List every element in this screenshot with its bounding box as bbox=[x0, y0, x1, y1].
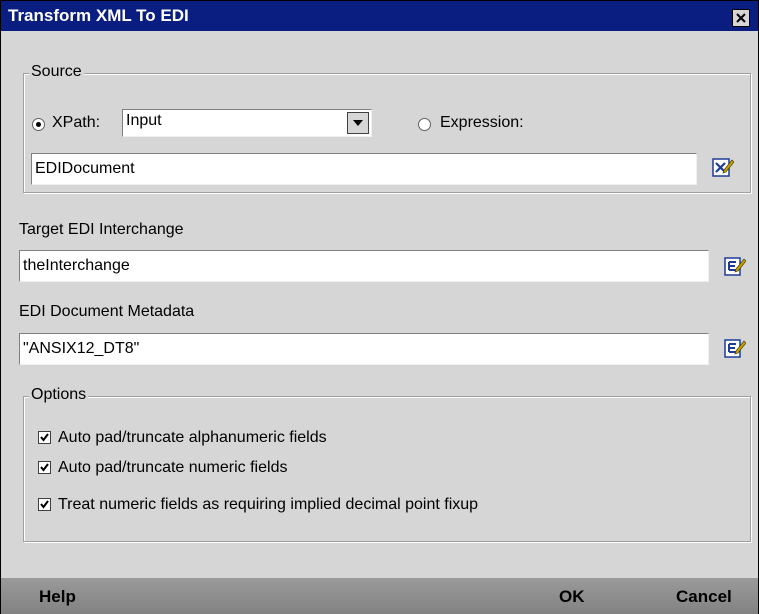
xpath-builder-icon[interactable] bbox=[712, 156, 734, 178]
chevron-down-icon bbox=[353, 120, 363, 126]
ok-button[interactable]: OK bbox=[559, 587, 585, 607]
metadata-edit-icon[interactable] bbox=[724, 337, 746, 359]
close-button[interactable] bbox=[732, 9, 750, 27]
close-icon bbox=[736, 13, 746, 23]
xpath-select-value: Input bbox=[126, 112, 162, 129]
xpath-radio[interactable] bbox=[32, 118, 45, 131]
xpath-select[interactable]: Input bbox=[122, 109, 372, 137]
option-label-0: Auto pad/truncate alphanumeric fields bbox=[58, 429, 327, 446]
dropdown-button[interactable] bbox=[347, 112, 369, 134]
option-checkbox-2[interactable] bbox=[38, 498, 51, 511]
cancel-button[interactable]: Cancel bbox=[676, 587, 732, 607]
metadata-label: EDI Document Metadata bbox=[19, 303, 195, 320]
window-title: Transform XML To EDI bbox=[8, 6, 189, 25]
option-label-2: Treat numeric fields as requiring implie… bbox=[58, 496, 479, 513]
checkmark-icon bbox=[40, 500, 49, 509]
checkmark-icon bbox=[40, 433, 49, 442]
target-edit-icon[interactable] bbox=[724, 255, 746, 277]
options-legend: Options bbox=[29, 386, 89, 404]
option-checkbox-0[interactable] bbox=[38, 431, 51, 444]
target-input[interactable]: theInterchange bbox=[19, 250, 709, 282]
target-label: Target EDI Interchange bbox=[19, 221, 184, 238]
option-checkbox-1[interactable] bbox=[38, 461, 51, 474]
option-label-1: Auto pad/truncate numeric fields bbox=[58, 459, 288, 476]
title-bar[interactable]: Transform XML To EDI bbox=[1, 1, 758, 31]
source-input[interactable]: EDIDocument bbox=[31, 153, 697, 185]
button-bar: Help OK Cancel bbox=[1, 578, 758, 614]
checkmark-icon bbox=[40, 463, 49, 472]
xpath-label: XPath: bbox=[52, 114, 101, 131]
metadata-input[interactable]: "ANSIX12_DT8" bbox=[19, 333, 709, 365]
help-button[interactable]: Help bbox=[39, 587, 76, 607]
transform-xml-to-edi-dialog: Transform XML To EDI Source XPath: Input… bbox=[0, 0, 759, 614]
expression-radio[interactable] bbox=[418, 118, 431, 131]
expression-label: Expression: bbox=[440, 114, 524, 131]
source-legend: Source bbox=[29, 63, 84, 81]
